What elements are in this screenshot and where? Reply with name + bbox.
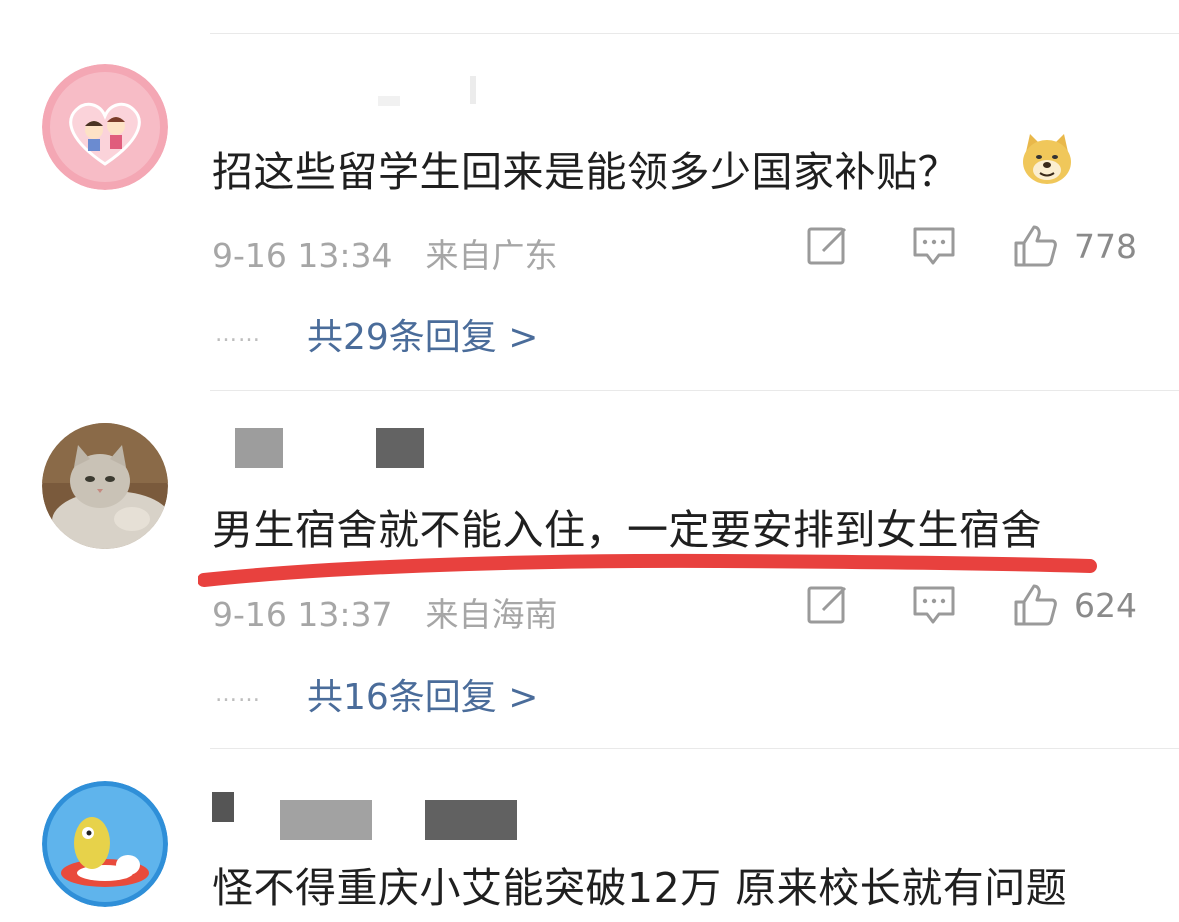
comment-time: 9-16 13:34 bbox=[212, 236, 393, 275]
like-count: 624 bbox=[1074, 585, 1137, 625]
comment-time: 9-16 13:37 bbox=[212, 595, 393, 634]
comment-text: 招这些留学生回来是能领多少国家补贴？ bbox=[212, 138, 959, 198]
comment-location: 来自广东 bbox=[425, 236, 558, 275]
edit-icon[interactable] bbox=[805, 582, 851, 628]
comment-meta: 9-16 13:37 来自海南 bbox=[212, 588, 558, 636]
like-icon bbox=[1014, 225, 1057, 267]
comment-actions: 624 bbox=[805, 582, 1137, 628]
redacted-username-block bbox=[235, 428, 283, 468]
comment-actions: 778 bbox=[805, 223, 1137, 269]
comment-icon[interactable] bbox=[911, 582, 957, 628]
like-button[interactable]: 778 bbox=[1012, 223, 1137, 269]
replies-row: …… 共29条回复 > bbox=[215, 308, 538, 360]
view-replies-link[interactable]: 共16条回复 > bbox=[307, 668, 538, 720]
redacted-username-mark bbox=[470, 76, 476, 104]
like-icon bbox=[1014, 584, 1057, 626]
divider bbox=[210, 33, 1179, 34]
comment-location: 来自海南 bbox=[425, 595, 558, 634]
comment-meta: 9-16 13:34 来自广东 bbox=[212, 229, 558, 277]
redacted-username-block bbox=[280, 800, 372, 840]
redacted-username-mark bbox=[212, 792, 234, 822]
view-replies-link[interactable]: 共29条回复 > bbox=[307, 308, 538, 360]
like-count: 778 bbox=[1074, 226, 1137, 266]
comment-text-content: 男生宿舍就不能入住，一定要安排到女生宿舍 bbox=[212, 506, 1042, 554]
redacted-username-mark bbox=[378, 96, 400, 106]
doge-emoji-icon bbox=[1023, 134, 1071, 184]
avatar[interactable] bbox=[42, 781, 168, 907]
like-button[interactable]: 624 bbox=[1012, 582, 1137, 628]
comment-icon[interactable] bbox=[911, 223, 957, 269]
replies-row: …… 共16条回复 > bbox=[215, 668, 538, 720]
dots: …… bbox=[215, 681, 261, 707]
avatar[interactable] bbox=[42, 64, 168, 190]
divider bbox=[210, 390, 1179, 391]
redacted-username-block bbox=[425, 800, 517, 840]
edit-icon[interactable] bbox=[805, 223, 851, 269]
divider bbox=[210, 748, 1179, 749]
comment-text: 怪不得重庆小艾能突破12万 原来校长就有问题 bbox=[212, 854, 1067, 914]
comment-text: 男生宿舍就不能入住，一定要安排到女生宿舍 bbox=[212, 496, 1042, 556]
comment-text-content: 怪不得重庆小艾能突破12万 原来校长就有问题 bbox=[212, 864, 1068, 912]
comment-text-content: 招这些留学生回来是能领多少国家补贴？ bbox=[212, 148, 959, 196]
redacted-username-block bbox=[376, 428, 424, 468]
avatar[interactable] bbox=[42, 423, 168, 549]
dots: …… bbox=[215, 321, 261, 347]
